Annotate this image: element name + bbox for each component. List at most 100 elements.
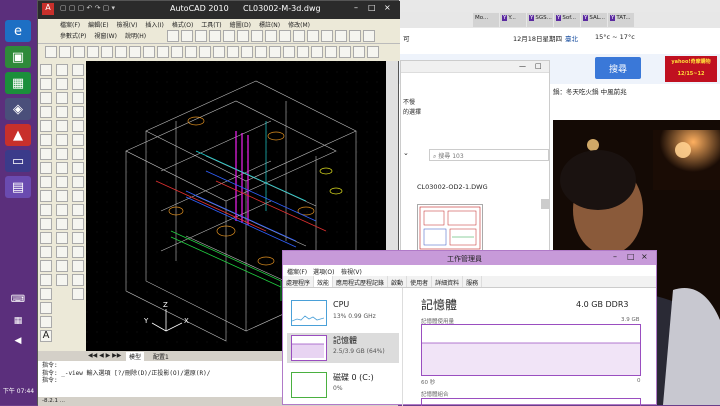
tool-button[interactable] bbox=[40, 288, 52, 300]
move-tool-icon[interactable] bbox=[56, 134, 68, 146]
minimize-icon[interactable]: – bbox=[354, 3, 358, 12]
tab-services[interactable]: 服務 bbox=[463, 276, 483, 287]
menu-file[interactable]: 檔案(F) bbox=[287, 267, 307, 276]
tool-button[interactable] bbox=[45, 46, 57, 58]
chamfer-tool-icon[interactable] bbox=[56, 246, 68, 258]
tool-button[interactable] bbox=[255, 46, 267, 58]
menu-edit[interactable]: 編輯(E) bbox=[88, 20, 108, 29]
ellipse-tool-icon[interactable] bbox=[40, 162, 52, 174]
maximize-icon[interactable]: □ bbox=[535, 62, 542, 70]
point-tool-icon[interactable] bbox=[40, 190, 52, 202]
menu-view[interactable]: 檢視(V) bbox=[117, 20, 138, 29]
tool-button[interactable] bbox=[237, 30, 249, 42]
array-tool-icon[interactable] bbox=[56, 120, 68, 132]
tool-button[interactable] bbox=[72, 64, 84, 76]
tool-button[interactable] bbox=[335, 30, 347, 42]
tool-button[interactable] bbox=[293, 30, 305, 42]
tool-button[interactable] bbox=[251, 30, 263, 42]
tool-button[interactable] bbox=[297, 46, 309, 58]
tool-button[interactable] bbox=[129, 46, 141, 58]
tab-app-history[interactable]: 應用程式歷程記錄 bbox=[333, 276, 389, 287]
tool-button[interactable] bbox=[195, 30, 207, 42]
tool-button[interactable] bbox=[72, 232, 84, 244]
maximize-icon[interactable]: □ bbox=[368, 3, 376, 12]
tool-button[interactable] bbox=[283, 46, 295, 58]
fillet-tool-icon[interactable] bbox=[56, 260, 68, 272]
tool-button[interactable] bbox=[227, 46, 239, 58]
tool-button[interactable] bbox=[72, 92, 84, 104]
close-icon[interactable]: × bbox=[384, 3, 391, 12]
tool-button[interactable] bbox=[171, 46, 183, 58]
menu-dimension[interactable]: 標註(N) bbox=[259, 20, 280, 29]
arc-tool-icon[interactable] bbox=[40, 120, 52, 132]
tab-nav-icons[interactable]: ◀◀ ◀ ▶ ▶▶ bbox=[88, 352, 121, 359]
tool-button[interactable] bbox=[40, 274, 52, 286]
tool-button[interactable] bbox=[213, 46, 225, 58]
scrollbar-thumb[interactable] bbox=[541, 199, 549, 209]
tool-button[interactable] bbox=[72, 162, 84, 174]
tool-button[interactable] bbox=[72, 78, 84, 90]
tool-button[interactable] bbox=[72, 246, 84, 258]
spline-tool-icon[interactable] bbox=[40, 148, 52, 160]
tool-button[interactable] bbox=[72, 274, 84, 286]
network-icon[interactable]: ◈ bbox=[5, 98, 31, 120]
menu-window[interactable]: 視窗(W) bbox=[94, 31, 117, 40]
scale-tool-icon[interactable] bbox=[56, 162, 68, 174]
tool-button[interactable] bbox=[40, 302, 52, 314]
tray-icon[interactable]: ▦ bbox=[5, 310, 31, 332]
tool-button[interactable] bbox=[241, 46, 253, 58]
tool-button[interactable] bbox=[73, 46, 85, 58]
menu-help[interactable]: 說明(H) bbox=[125, 31, 146, 40]
monitor-icon[interactable]: ▭ bbox=[5, 150, 31, 172]
stretch-tool-icon[interactable] bbox=[56, 176, 68, 188]
rotate-tool-icon[interactable] bbox=[56, 148, 68, 160]
text-tool-icon[interactable]: A bbox=[40, 330, 52, 342]
menu-format[interactable]: 格式(O) bbox=[172, 20, 193, 29]
tool-button[interactable] bbox=[59, 46, 71, 58]
region-tool-icon[interactable] bbox=[40, 218, 52, 230]
menu-modify[interactable]: 修改(M) bbox=[288, 20, 310, 29]
tool-button[interactable] bbox=[363, 30, 375, 42]
tool-button[interactable] bbox=[265, 30, 277, 42]
explorer-search-input[interactable]: ⌕ 搜尋 103 bbox=[429, 149, 549, 161]
tool-button[interactable] bbox=[72, 148, 84, 160]
explode-tool-icon[interactable] bbox=[56, 274, 68, 286]
store-icon[interactable]: ▦ bbox=[5, 72, 31, 94]
keyboard-icon[interactable]: ⌨ bbox=[5, 288, 31, 310]
block-tool-icon[interactable] bbox=[40, 176, 52, 188]
tab-performance[interactable]: 效能 bbox=[314, 276, 334, 287]
line-tool-icon[interactable] bbox=[40, 64, 52, 76]
copy-tool-icon[interactable] bbox=[56, 78, 68, 90]
tool-button[interactable] bbox=[311, 46, 323, 58]
maximize-icon[interactable]: □ bbox=[627, 252, 635, 261]
menu-insert[interactable]: 插入(I) bbox=[145, 20, 163, 29]
menu-draw[interactable]: 繪圖(D) bbox=[230, 20, 251, 29]
perf-item-cpu[interactable]: CPU 13% 0.99 GHz bbox=[287, 298, 399, 328]
rectangle-tool-icon[interactable] bbox=[40, 106, 52, 118]
file-thumbnail[interactable] bbox=[417, 204, 483, 252]
tool-button[interactable] bbox=[72, 190, 84, 202]
mirror-tool-icon[interactable] bbox=[56, 92, 68, 104]
polyline-tool-icon[interactable] bbox=[40, 78, 52, 90]
tool-button[interactable] bbox=[367, 46, 379, 58]
circle-tool-icon[interactable] bbox=[40, 134, 52, 146]
clock[interactable]: 下午 07:44 bbox=[0, 386, 37, 395]
tab-mo[interactable]: Mo... bbox=[473, 13, 499, 27]
menu-view[interactable]: 檢視(V) bbox=[341, 267, 362, 276]
offset-tool-icon[interactable] bbox=[56, 106, 68, 118]
app-icon[interactable]: ▤ bbox=[5, 176, 31, 198]
tool-button[interactable] bbox=[72, 106, 84, 118]
tab-y1[interactable]: Y Y... bbox=[500, 13, 526, 27]
tool-button[interactable] bbox=[339, 46, 351, 58]
tab-model[interactable]: 模型 bbox=[126, 352, 145, 361]
tool-button[interactable] bbox=[87, 46, 99, 58]
extend-tool-icon[interactable] bbox=[56, 204, 68, 216]
perf-item-disk[interactable]: 磁碟 0 (C:) 0% bbox=[287, 370, 399, 400]
tool-button[interactable] bbox=[72, 120, 84, 132]
autocad-logo-icon[interactable]: A bbox=[42, 3, 54, 15]
quick-access-icons[interactable]: ▢ ▢ ▢ ↶ ↷ ▢ ▾ bbox=[60, 4, 115, 12]
tool-button[interactable] bbox=[349, 30, 361, 42]
tab-sal[interactable]: Y SAL... bbox=[581, 13, 607, 27]
tool-button[interactable] bbox=[143, 46, 155, 58]
minimize-icon[interactable]: — bbox=[519, 62, 526, 70]
